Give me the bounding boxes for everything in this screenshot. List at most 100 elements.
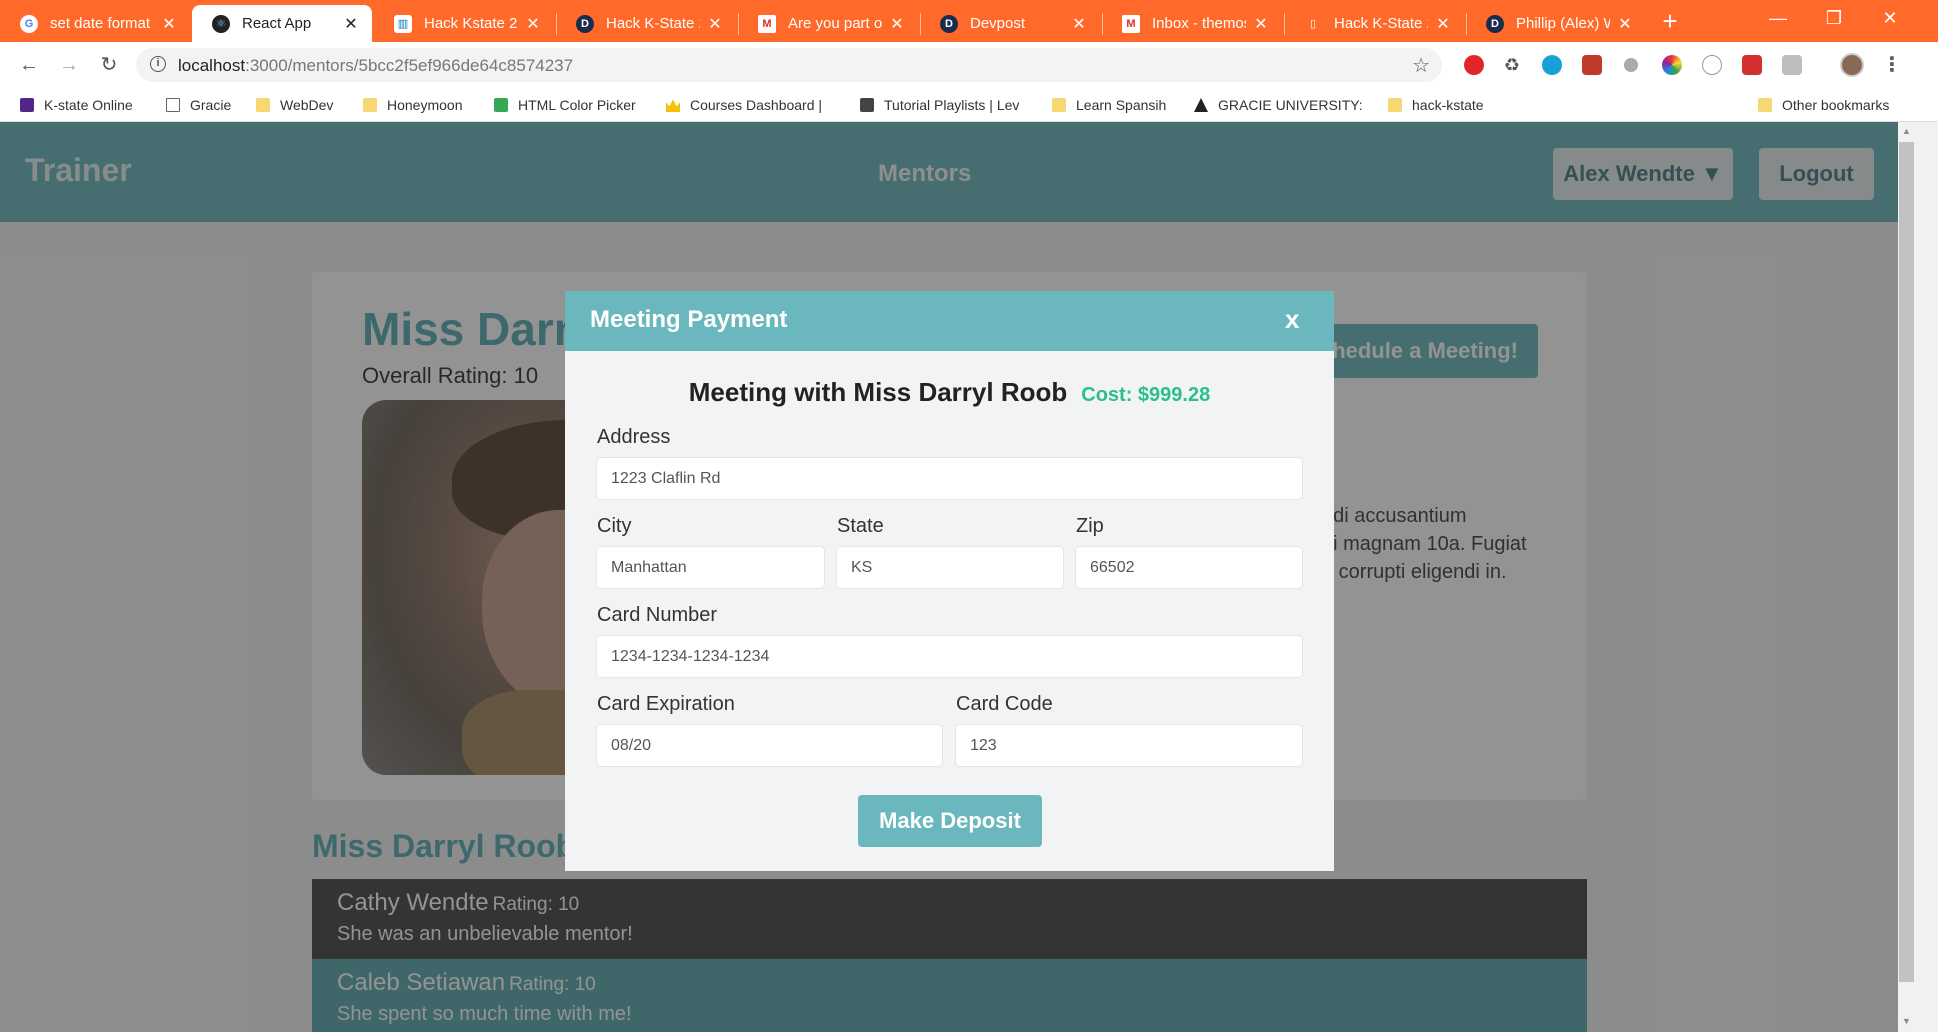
meeting-with-text: Meeting with Miss Darryl Roob [688,377,1068,407]
city-label: City [597,515,632,537]
close-tab-icon[interactable]: ✕ [1070,14,1088,34]
tab-title: Are you part of [788,15,882,32]
url-text[interactable]: localhost:3000/mentors/5bcc2f5ef966de64c… [178,56,573,76]
bookmark-honeymoon[interactable]: Honeymoon [363,94,463,116]
close-tab-icon[interactable]: ✕ [342,14,360,34]
forward-button[interactable]: → [54,50,84,80]
devpost-icon: D [576,14,594,33]
react-icon: ⚛ [212,14,230,33]
close-tab-icon[interactable]: ✕ [888,14,906,34]
state-input[interactable]: KS [836,546,1064,589]
tab-strip: G set date format ✕ ⚛ React App ✕ ▥ Hack… [0,0,1938,42]
tab-hack-kstate-trello[interactable]: ▥ Hack Kstate 20 ✕ [374,5,554,42]
card-expiration-input[interactable]: 08/20 [596,724,943,767]
bookmark-hack-kstate[interactable]: hack-kstate [1388,94,1484,116]
close-tab-icon[interactable]: ✕ [706,14,724,34]
close-tab-icon[interactable]: ✕ [1616,14,1634,34]
bookmark-gracie-university[interactable]: GRACIE UNIVERSITY: [1194,94,1363,116]
card-number-input[interactable]: 1234-1234-1234-1234 [596,635,1303,678]
close-tab-icon[interactable]: ✕ [1434,14,1452,34]
bookmark-learn-spanish[interactable]: Learn Spansih [1052,94,1166,116]
state-label: State [837,515,884,537]
bookmark-gracie[interactable]: Gracie [166,94,231,116]
close-tab-icon[interactable]: ✕ [1252,14,1270,34]
card-code-label: Card Code [956,693,1053,715]
bookmark-label: Gracie [190,97,232,113]
tab-title: React App [242,15,312,32]
modal-close-button[interactable]: x [1285,304,1299,335]
reload-button[interactable]: ↻ [94,50,124,80]
bookmark-label: Other bookmarks [1782,97,1890,113]
tab-devpost[interactable]: D Devpost ✕ [920,5,1100,42]
bookmark-courses-dashboard[interactable]: Courses Dashboard | [666,94,822,116]
tab-hack-kstate-doc[interactable]: ▯ Hack K-State 20 ✕ [1284,5,1464,42]
bookmark-kstate-online[interactable]: K-state Online [20,94,133,116]
tab-set-date-format[interactable]: G set date format ✕ [0,5,190,42]
zip-input[interactable]: 66502 [1075,546,1303,589]
tab-hack-kstate-devpost[interactable]: D Hack K-State 20 ✕ [556,5,736,42]
page-scrollbar[interactable]: ▲ ▼ [1898,122,1938,1032]
tab-title: set date format [50,15,151,32]
bookmark-label: Learn Spansih [1076,97,1167,113]
new-tab-button[interactable]: + [1655,6,1685,36]
bookmark-label: Tutorial Playlists | Lev [884,97,1020,113]
document-icon: ▯ [1309,18,1317,30]
modal-title: Meeting Payment [590,306,788,333]
trello-icon: ▥ [394,14,412,33]
address-input[interactable]: 1223 Claflin Rd [596,457,1303,500]
bookmark-label: hack-kstate [1412,97,1484,113]
circle-extension-icon[interactable] [1702,55,1722,75]
scrollbar-thumb[interactable] [1899,142,1914,982]
bookmark-label: K-state Online [44,97,133,113]
close-tab-icon[interactable]: ✕ [160,14,178,34]
card-code-input[interactable]: 123 [955,724,1303,767]
close-tab-icon[interactable]: ✕ [524,14,542,34]
dot-extension-icon[interactable] [1624,58,1638,72]
color-wheel-extension-icon[interactable] [1662,55,1682,75]
browser-menu-icon[interactable]: ⋮ [1882,52,1902,77]
bookmark-label: Honeymoon [387,97,463,113]
bookmark-other[interactable]: Other bookmarks [1758,94,1889,116]
profile-avatar[interactable] [1840,53,1864,77]
google-icon: G [20,14,38,33]
bookmark-star-icon[interactable]: ☆ [1412,53,1430,78]
triangle-icon [1194,98,1208,112]
puzzle-extension-icon[interactable] [1582,55,1602,75]
city-input[interactable]: Manhattan [596,546,825,589]
scroll-down-icon[interactable]: ▼ [1902,1016,1911,1026]
scroll-up-icon[interactable]: ▲ [1902,126,1911,136]
bookmark-webdev[interactable]: WebDev [256,94,333,116]
tutorial-icon [860,98,874,112]
opera-extension-icon[interactable] [1464,55,1484,75]
kstate-icon [20,98,34,112]
site-info-icon[interactable]: i [150,56,166,72]
bookmark-tutorial-playlists[interactable]: Tutorial Playlists | Lev [860,94,1028,116]
bookmark-html-color-picker[interactable]: HTML Color Picker [494,94,636,116]
meeting-summary: Meeting with Miss Darryl Roob Cost: $999.… [565,377,1334,408]
page-icon [166,98,180,112]
folder-icon [363,98,377,112]
cors-extension-icon[interactable] [1742,55,1762,75]
url-path: :3000/mentors/5bcc2f5ef966de64c8574237 [245,56,574,75]
restore-button[interactable]: ❐ [1806,0,1862,36]
devpost-icon: D [940,14,958,33]
tab-gmail-are-you-part[interactable]: M Are you part of ✕ [738,5,918,42]
close-window-button[interactable]: ✕ [1862,0,1918,36]
minimize-button[interactable]: — [1750,0,1806,36]
make-deposit-button[interactable]: Make Deposit [858,795,1042,847]
browser-toolbar: ← → ↻ i localhost:3000/mentors/5bcc2f5ef… [0,42,1938,88]
page-content: Trainer Mentors Alex Wendte ▼ Logout Mis… [0,122,1898,1032]
card-expiration-label: Card Expiration [597,693,735,715]
tab-gmail-inbox[interactable]: M Inbox - themos ✕ [1102,5,1282,42]
tab-phillip-alex[interactable]: D Phillip (Alex) W ✕ [1466,5,1646,42]
shield-extension-icon[interactable] [1542,55,1562,75]
folder-icon [1388,98,1402,112]
recycle-extension-icon[interactable]: ♻ [1502,55,1522,75]
address-bar[interactable]: i localhost:3000/mentors/5bcc2f5ef966de6… [136,48,1442,82]
zip-label: Zip [1076,515,1104,537]
bookmarks-bar: K-state Online Gracie WebDev Honeymoon H… [0,88,1938,122]
back-button[interactable]: ← [14,50,44,80]
tab-react-app[interactable]: ⚛ React App ✕ [192,5,372,42]
p-extension-icon[interactable] [1782,55,1802,75]
modal-header: Meeting Payment x [565,291,1334,351]
